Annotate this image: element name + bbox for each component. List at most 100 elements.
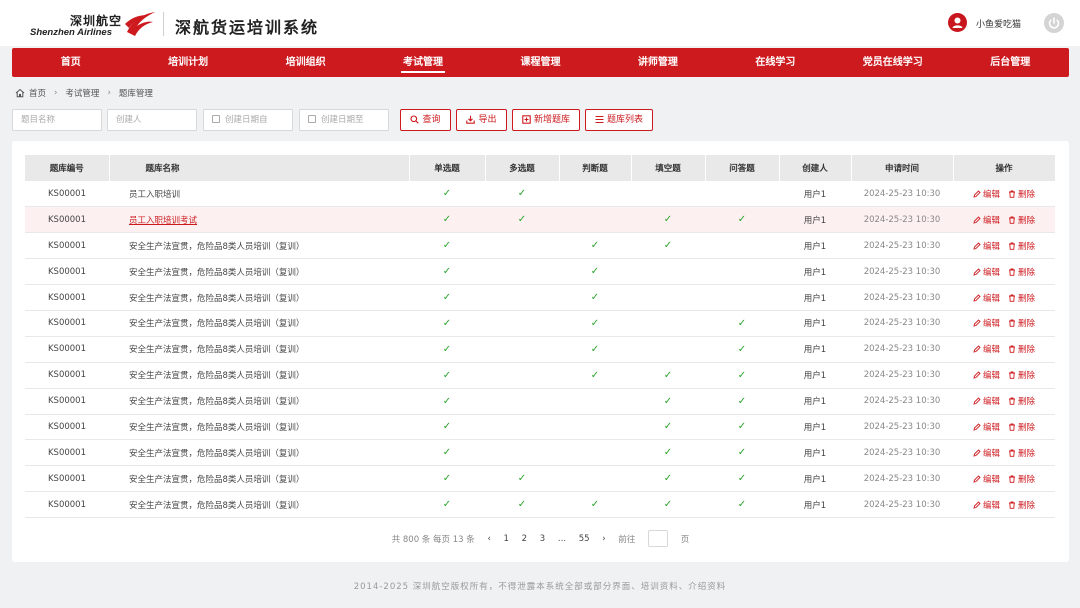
- trash-icon: [1009, 501, 1015, 509]
- table-row[interactable]: KS00001 安全生产法宣贯，危险品8类人员培训（复训） ✓ ✓ ✓ 用户1 2024-2…: [25, 414, 1055, 441]
- date-from-placeholder: 创建日期自: [225, 115, 268, 125]
- add-question-bank-button[interactable]: 新增题库: [512, 109, 580, 131]
- page-1[interactable]: 1: [504, 534, 509, 544]
- question-bank-list-button[interactable]: 题库列表: [585, 109, 653, 131]
- cell-fill-blank: ✓: [631, 439, 705, 467]
- edit-button[interactable]: 编辑: [973, 294, 1000, 304]
- breadcrumb-exam-management[interactable]: 考试管理: [65, 87, 99, 99]
- edit-button[interactable]: 编辑: [973, 268, 1000, 278]
- cell-creator: 用户1: [779, 181, 851, 208]
- table-row[interactable]: KS00001 安全生产法宣贯，危险品8类人员培训（复训） ✓ ✓ ✓ 用户1 2024-2…: [25, 232, 1055, 260]
- page-3[interactable]: 3: [540, 534, 545, 544]
- edit-button[interactable]: 编辑: [973, 423, 1000, 433]
- delete-button[interactable]: 删除: [1008, 268, 1035, 278]
- page-55[interactable]: 55: [579, 534, 590, 544]
- delete-button[interactable]: 删除: [1008, 423, 1035, 433]
- edit-button[interactable]: 编辑: [973, 475, 1000, 485]
- cell-name: 安全生产法宣贯，危险品8类人员培训（复训）: [109, 362, 409, 389]
- table-body: KS00001 员工入职培训 ✓ ✓ 用户1 2024-25-23 10:30 编辑 删除 KS…: [25, 181, 1055, 519]
- cell-name[interactable]: 员工入职培训考试: [109, 206, 409, 234]
- breadcrumb-home[interactable]: 首页: [29, 87, 46, 99]
- delete-label: 删除: [1018, 215, 1036, 226]
- creator-input[interactable]: 创建人: [107, 109, 197, 131]
- next-page-icon[interactable]: ›: [602, 534, 605, 544]
- edit-button[interactable]: 编辑: [973, 190, 1000, 200]
- table-row[interactable]: KS00001 安全生产法宣贯，危险品8类人员培训（复训） ✓ ✓ 用户1 2024-25…: [25, 258, 1055, 286]
- page-ellipsis[interactable]: ...: [558, 534, 566, 544]
- cell-name-text[interactable]: 员工入职培训考试: [129, 216, 197, 226]
- nav-item-online-learning[interactable]: 在线学习: [717, 48, 834, 77]
- table-row[interactable]: KS00001 安全生产法宣贯，危险品8类人员培训（复训） ✓ ✓ ✓ 用户1 2024-2…: [25, 310, 1055, 337]
- table-row[interactable]: KS00001 安全生产法宣贯，危险品8类人员培训（复训） ✓ ✓ ✓ ✓ 用户1 2024-…: [25, 465, 1055, 493]
- search-icon: [410, 115, 420, 124]
- date-from-input[interactable]: 创建日期自: [203, 109, 293, 131]
- edit-button[interactable]: 编辑: [973, 319, 1000, 329]
- delete-button[interactable]: 删除: [1008, 449, 1035, 459]
- delete-button[interactable]: 删除: [1008, 345, 1035, 355]
- nav-item-lecturer-management[interactable]: 讲师管理: [599, 48, 716, 77]
- edit-button[interactable]: 编辑: [973, 242, 1000, 252]
- export-button-label: 导出: [478, 115, 497, 125]
- nav-item-training-plan[interactable]: 培训计划: [129, 48, 246, 77]
- date-to-input[interactable]: 创建日期至: [299, 109, 389, 131]
- edit-button[interactable]: 编辑: [973, 449, 1000, 459]
- trash-icon: [1009, 397, 1015, 405]
- table-row[interactable]: KS00001 安全生产法宣贯，危险品8类人员培训（复训） ✓ ✓ ✓ ✓ 用户1 2024-…: [25, 362, 1055, 389]
- cell-creator: 用户1: [779, 439, 851, 467]
- delete-button[interactable]: 删除: [1008, 216, 1035, 226]
- prev-page-icon[interactable]: ‹: [487, 534, 490, 544]
- home-icon[interactable]: [15, 88, 25, 98]
- company-logo[interactable]: 深圳航空 Shenzhen Airlines: [30, 8, 160, 38]
- table-row[interactable]: KS00001 安全生产法宣贯，危险品8类人员培训（复训） ✓ ✓ ✓ 用户1 2024-2…: [25, 388, 1055, 415]
- cell-time: 2024-25-23 10:30: [851, 439, 953, 467]
- checkmark-icon: ✓: [663, 240, 673, 252]
- delete-button[interactable]: 删除: [1008, 242, 1035, 252]
- table-row[interactable]: KS00001 安全生产法宣贯，危险品8类人员培训（复训） ✓ ✓ ✓ 用户1 2024-2…: [25, 336, 1055, 363]
- edit-button[interactable]: 编辑: [973, 501, 1000, 511]
- question-name-input[interactable]: 题目名称: [12, 109, 102, 131]
- delete-button[interactable]: 删除: [1008, 190, 1035, 200]
- search-button[interactable]: 查询: [400, 109, 451, 131]
- cell-actions: 编辑 删除: [953, 284, 1055, 311]
- cell-q-and-a: [705, 284, 779, 311]
- delete-button[interactable]: 删除: [1008, 475, 1035, 485]
- export-button[interactable]: 导出: [456, 109, 507, 131]
- delete-button[interactable]: 删除: [1008, 501, 1035, 511]
- nav-item-course-management[interactable]: 课程管理: [482, 48, 599, 77]
- goto-page-input[interactable]: [648, 530, 669, 547]
- table-row[interactable]: KS00001 员工入职培训考试 ✓ ✓ ✓ ✓ 用户1 2024-25-23 10:30 编辑…: [25, 206, 1055, 234]
- cell-name: 安全生产法宣贯，危险品8类人员培训（复训）: [109, 258, 409, 286]
- power-icon[interactable]: [1044, 13, 1064, 33]
- user-icon[interactable]: [948, 13, 967, 32]
- delete-button[interactable]: 删除: [1008, 371, 1035, 381]
- cell-id: KS00001: [25, 465, 109, 493]
- edit-button[interactable]: 编辑: [973, 397, 1000, 407]
- nav-item-party-learning[interactable]: 党员在线学习: [834, 48, 951, 77]
- edit-button[interactable]: 编辑: [973, 216, 1000, 226]
- cell-single-choice: ✓: [409, 439, 485, 467]
- delete-button[interactable]: 删除: [1008, 294, 1035, 304]
- nav-item-admin[interactable]: 后台管理: [952, 48, 1069, 77]
- checkmark-icon: ✓: [442, 395, 452, 407]
- delete-button[interactable]: 删除: [1008, 319, 1035, 329]
- user-name[interactable]: 小鱼爱吃猫: [976, 17, 1021, 30]
- delete-label: 删除: [1018, 189, 1036, 200]
- cell-fill-blank: [631, 310, 705, 337]
- table-row[interactable]: KS00001 员工入职培训 ✓ ✓ 用户1 2024-25-23 10:30 编辑 删除: [25, 181, 1055, 208]
- cell-name-text: 安全生产法宣贯，危险品8类人员培训（复训）: [129, 293, 305, 304]
- nav-item-home[interactable]: 首页: [12, 48, 129, 77]
- chevron-right-icon: ›: [54, 88, 58, 98]
- edit-button[interactable]: 编辑: [973, 345, 1000, 355]
- delete-button[interactable]: 删除: [1008, 397, 1035, 407]
- nav-item-exam-management[interactable]: 考试管理: [364, 48, 481, 77]
- nav-item-training-org[interactable]: 培训组织: [247, 48, 364, 77]
- cell-true-false: [559, 465, 631, 493]
- edit-button[interactable]: 编辑: [973, 371, 1000, 381]
- table-row[interactable]: KS00001 安全生产法宣贯，危险品8类人员培训（复训） ✓ ✓ 用户1 2024-25…: [25, 284, 1055, 311]
- edit-label: 编辑: [982, 241, 1000, 252]
- cell-time: 2024-25-23 10:30: [851, 491, 953, 519]
- page-2[interactable]: 2: [522, 534, 527, 544]
- table-row[interactable]: KS00001 安全生产法宣贯，危险品8类人员培训（复训） ✓ ✓ ✓ 用户1 2024-2…: [25, 439, 1055, 467]
- table-row[interactable]: KS00001 安全生产法宣贯，危险品8类人员培训（复训） ✓ ✓ ✓ ✓ ✓ 用户1 2024…: [25, 491, 1055, 519]
- trash-icon: [1009, 216, 1015, 224]
